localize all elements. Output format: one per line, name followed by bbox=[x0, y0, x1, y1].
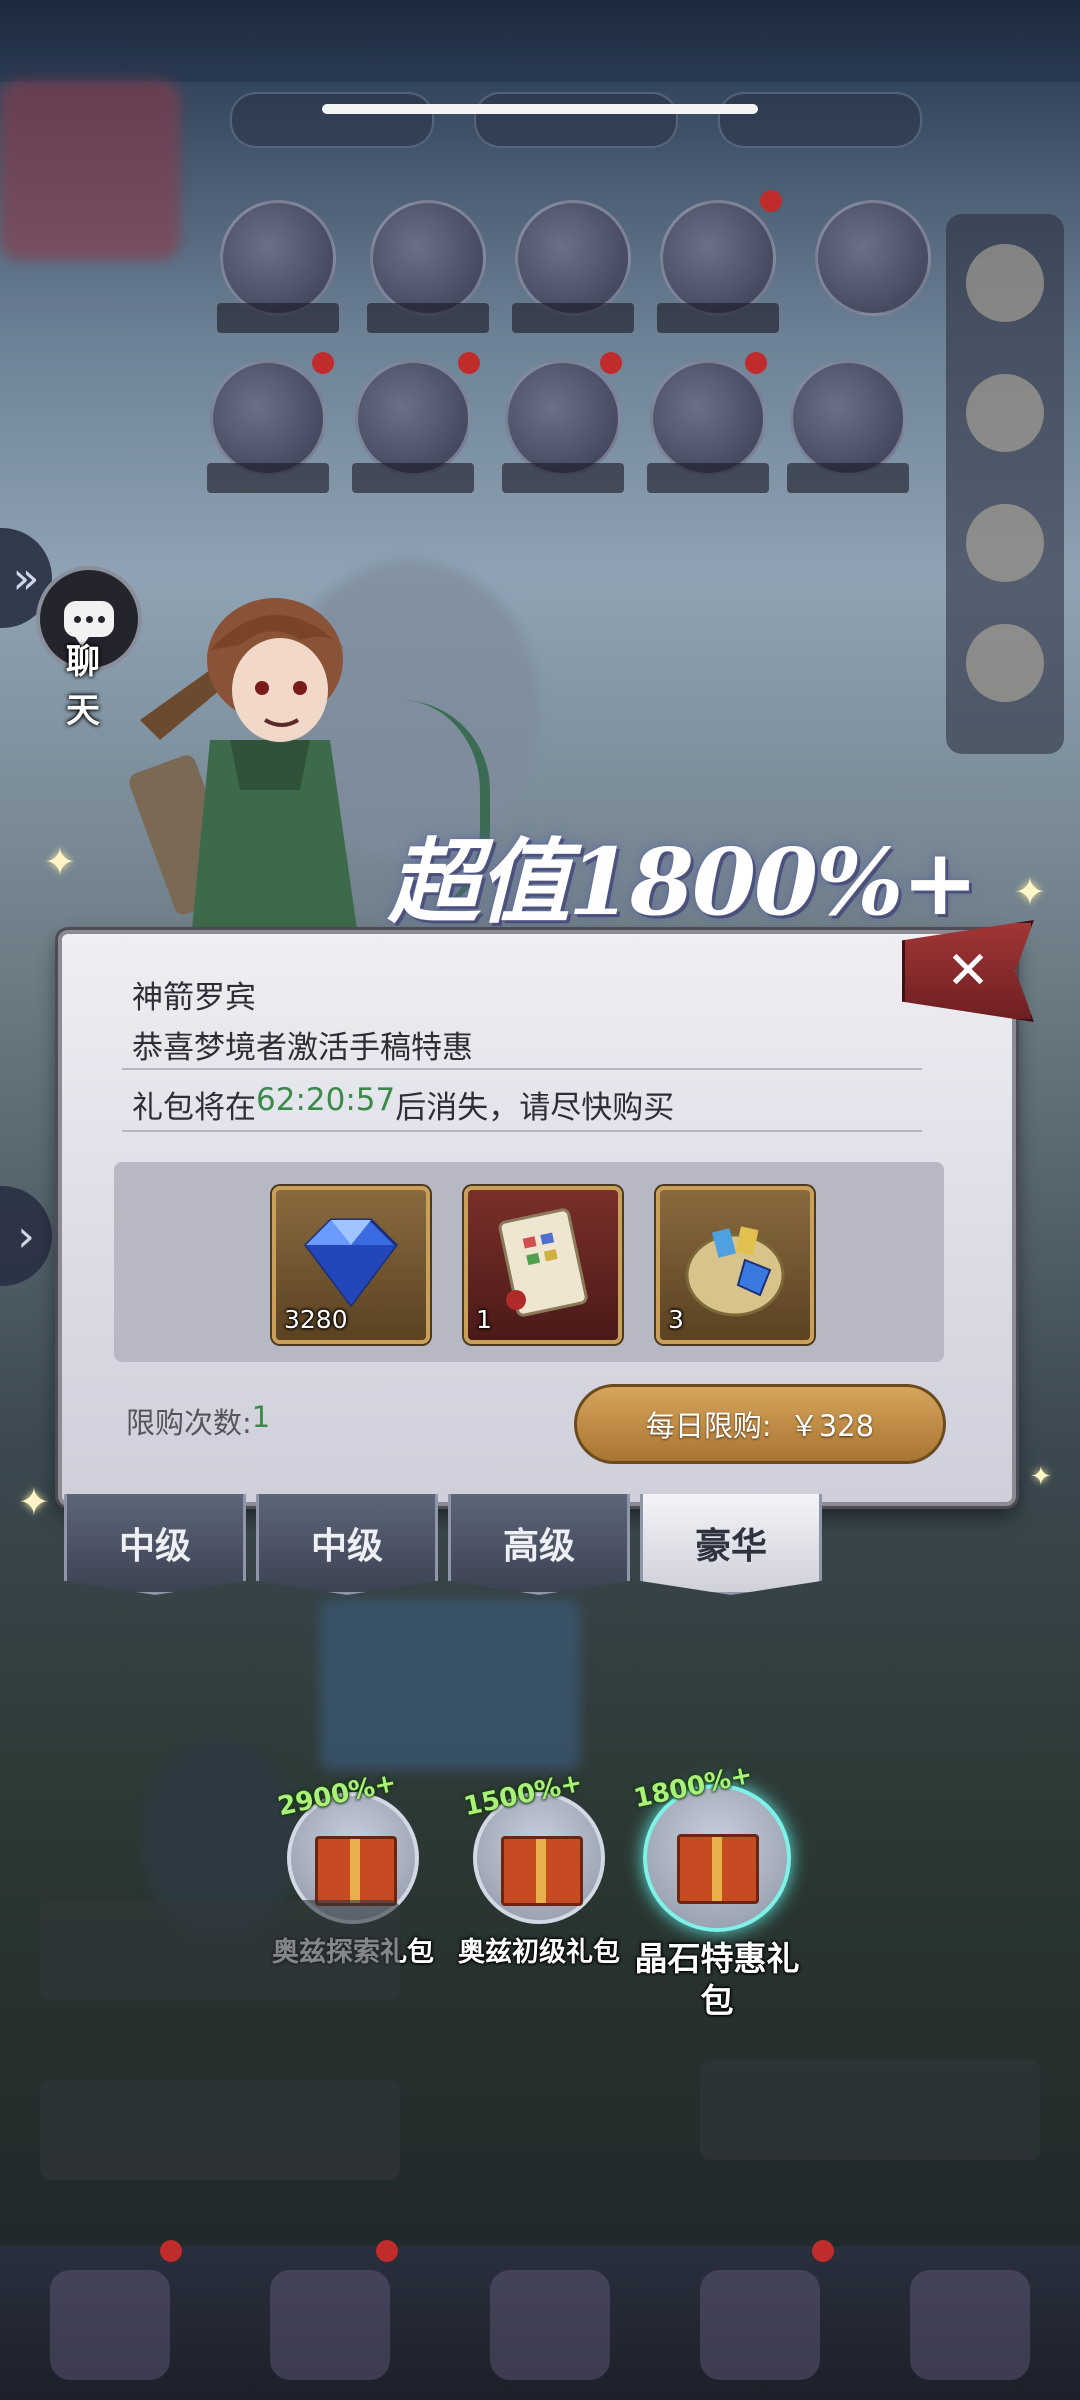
hero-name: 神箭罗宾 bbox=[132, 980, 256, 1016]
divider bbox=[122, 1130, 922, 1132]
resource-pill bbox=[718, 92, 922, 148]
gift-box-icon: 1500%+ bbox=[461, 1768, 605, 1924]
reward-item-treasure-bag[interactable]: 3 bbox=[656, 1186, 814, 1344]
notification-dot bbox=[376, 2240, 398, 2262]
nav-icon bbox=[490, 2270, 610, 2380]
buy-button-price: ￥328 bbox=[789, 1409, 875, 1443]
item-count: 1 bbox=[476, 1305, 492, 1334]
pack-label: 晶石特惠礼包 bbox=[634, 1939, 800, 2020]
rail-icon bbox=[966, 244, 1044, 322]
nav-icon bbox=[270, 2270, 390, 2380]
countdown-row: 礼包将在 62:20:57 后消失，请尽快购买 bbox=[132, 1082, 674, 1127]
feature-icon bbox=[217, 200, 339, 333]
nav-icon bbox=[910, 2270, 1030, 2380]
expand-side-arrow[interactable]: › bbox=[0, 1186, 52, 1286]
buy-button[interactable]: 每日限购: ￥328 bbox=[574, 1384, 946, 1464]
tab-deluxe[interactable]: 豪华 bbox=[640, 1494, 822, 1595]
resource-bar bbox=[230, 92, 922, 148]
purchase-limit-label: 限购次数: bbox=[126, 1406, 252, 1440]
countdown-suffix: 后消失，请尽快购买 bbox=[395, 1090, 675, 1126]
resource-pill bbox=[230, 92, 434, 148]
feature-icon bbox=[815, 200, 931, 316]
feature-icon bbox=[657, 200, 779, 333]
sparkle-icon: ✦ bbox=[18, 1480, 50, 1524]
gift-pack-crystal[interactable]: 1800%+ 晶石特惠礼包 bbox=[631, 1760, 802, 2022]
tab-intermediate-2[interactable]: 中级 bbox=[256, 1494, 438, 1595]
side-event-button bbox=[40, 2080, 400, 2180]
buy-button-label: 每日限购: bbox=[645, 1409, 772, 1443]
gift-box-icon: 1800%+ bbox=[631, 1760, 791, 1932]
notification-dot bbox=[745, 352, 767, 374]
notification-dot bbox=[458, 352, 480, 374]
reward-item-manuscript[interactable]: 1 bbox=[464, 1186, 622, 1344]
notification-dot bbox=[600, 352, 622, 374]
side-event-button bbox=[40, 1900, 400, 2000]
gift-pack-beginner[interactable]: 1500%+ 奥兹初级礼包 bbox=[454, 1768, 624, 1969]
feature-icon bbox=[787, 360, 909, 493]
feature-icon bbox=[352, 360, 474, 493]
purchase-limit: 限购次数: 1 bbox=[126, 1400, 270, 1442]
home-indicator bbox=[322, 104, 758, 114]
close-icon: ✕ bbox=[946, 941, 990, 1001]
feature-icon bbox=[502, 360, 624, 493]
divider bbox=[122, 1068, 922, 1070]
pack-badge: 2900%+ bbox=[275, 1767, 400, 1823]
pack-badge: 1800%+ bbox=[631, 1759, 756, 1815]
reward-item-diamond[interactable]: 3280 bbox=[272, 1186, 430, 1344]
value-banner: 超值1800%+ bbox=[388, 828, 979, 936]
countdown-prefix: 礼包将在 bbox=[132, 1090, 256, 1126]
player-avatar-frame bbox=[0, 80, 180, 260]
tab-intermediate[interactable]: 中级 bbox=[64, 1494, 246, 1595]
pack-badge: 1500%+ bbox=[461, 1767, 586, 1823]
sparkle-icon: ✦ bbox=[1014, 870, 1046, 914]
rail-icon bbox=[966, 624, 1044, 702]
tab-advanced[interactable]: 高级 bbox=[448, 1494, 630, 1595]
top-bar bbox=[0, 0, 1080, 82]
tab-label: 中级 bbox=[118, 1526, 191, 1567]
gift-pack-dialog: 神箭罗宾 恭喜梦境者激活手稿特惠 礼包将在 62:20:57 后消失，请尽快购买… bbox=[58, 930, 1016, 1506]
feature-icon bbox=[367, 200, 489, 333]
feature-icon bbox=[512, 200, 634, 333]
item-count: 3280 bbox=[284, 1305, 348, 1334]
rail-icon bbox=[966, 374, 1044, 452]
notice-board bbox=[320, 1600, 580, 1770]
tab-label: 豪华 bbox=[694, 1526, 767, 1567]
countdown-timer: 62:20:57 bbox=[256, 1082, 396, 1118]
tab-label: 高级 bbox=[502, 1526, 575, 1567]
item-count: 3 bbox=[668, 1305, 684, 1334]
notification-dot bbox=[812, 2240, 834, 2262]
sparkle-icon: ✦ bbox=[44, 840, 76, 884]
purchase-limit-value: 1 bbox=[251, 1400, 271, 1434]
side-event-button bbox=[700, 2060, 1040, 2160]
notification-dot bbox=[760, 190, 782, 212]
rail-icon bbox=[966, 504, 1044, 582]
tier-tabs: 中级 中级 高级 豪华 bbox=[64, 1494, 822, 1595]
resource-pill bbox=[474, 92, 678, 148]
sparkle-icon: ✦ bbox=[1030, 1462, 1052, 1492]
tab-label: 中级 bbox=[310, 1526, 383, 1567]
right-side-menu bbox=[946, 214, 1064, 754]
feature-icon bbox=[207, 360, 329, 493]
nav-icon bbox=[50, 2270, 170, 2380]
notification-dot bbox=[312, 352, 334, 374]
dialog-subtitle: 恭喜梦境者激活手稿特惠 bbox=[132, 1030, 473, 1066]
nav-icon bbox=[700, 2270, 820, 2380]
notification-dot bbox=[160, 2240, 182, 2262]
pack-label: 奥兹初级礼包 bbox=[458, 1937, 620, 1968]
feature-icon bbox=[647, 360, 769, 493]
